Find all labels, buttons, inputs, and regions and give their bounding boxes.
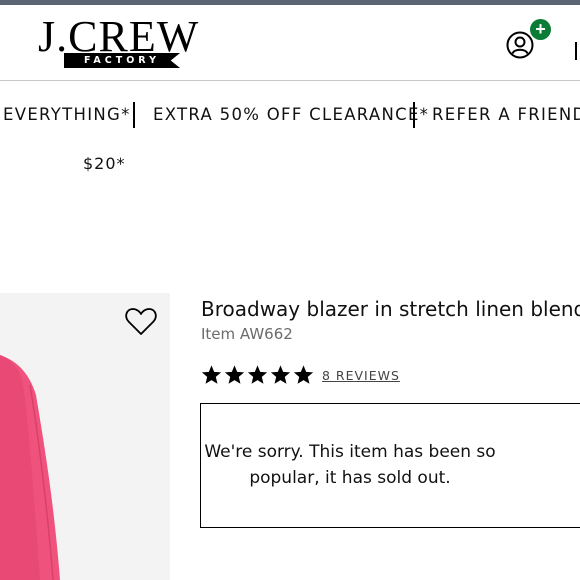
promo-divider xyxy=(133,102,135,128)
account-badge: + xyxy=(530,19,551,40)
logo-wordmark: J.CREW xyxy=(38,12,200,61)
reviews-link[interactable]: 8 REVIEWS xyxy=(322,368,400,383)
heart-icon[interactable] xyxy=(124,306,158,338)
logo-factory-tag: FACTORY xyxy=(64,53,180,68)
soldout-message: We're sorry. This item has been so popul… xyxy=(204,442,496,488)
site-header: J.CREW FACTORY + xyxy=(0,5,580,81)
promo-bar: EVERYTHING* EXTRA 50% OFF CLEARANCE* REF… xyxy=(0,81,580,151)
promo-item-clearance[interactable]: EXTRA 50% OFF CLEARANCE* xyxy=(153,105,429,124)
star-icon xyxy=(293,365,314,384)
promo-divider xyxy=(413,102,415,128)
promo-price: $20* xyxy=(83,154,126,173)
jcrew-factory-logo[interactable]: J.CREW FACTORY xyxy=(38,15,198,73)
star-icon xyxy=(247,365,268,384)
product-title: Broadway blazer in stretch linen blend xyxy=(201,297,580,321)
star-icon xyxy=(270,365,291,384)
soldout-message-box: We're sorry. This item has been so popul… xyxy=(200,403,580,528)
star-icon xyxy=(224,365,245,384)
rating-stars xyxy=(200,364,315,388)
item-number: Item AW662 xyxy=(201,325,293,343)
promo-item-refer[interactable]: REFER A FRIEND & xyxy=(432,105,580,124)
promo-item-everything[interactable]: EVERYTHING* xyxy=(3,105,131,124)
star-icon xyxy=(201,365,222,384)
bag-icon[interactable] xyxy=(575,42,580,60)
account-icon[interactable] xyxy=(506,31,534,59)
